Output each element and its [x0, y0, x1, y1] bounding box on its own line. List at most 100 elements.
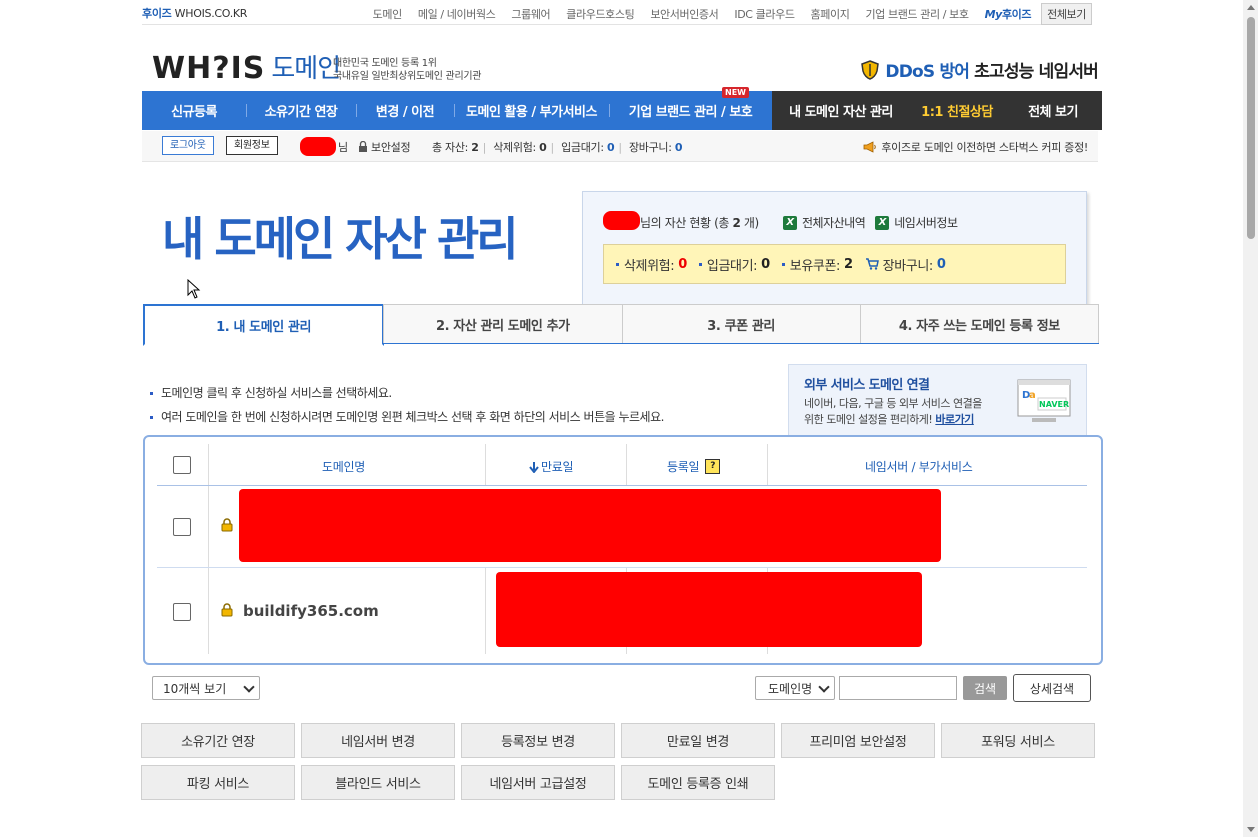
total-assets-label: 총 자산:: [432, 141, 469, 154]
domain-table: 도메인명 만료일 등록일 ? 네임서버 / 부가서비스 buildify365.…: [143, 435, 1103, 665]
search-input[interactable]: [839, 676, 957, 700]
chevron-down-icon: [818, 681, 830, 693]
ddos-banner[interactable]: DDoS 방어 초고성능 네임서버: [861, 57, 1099, 82]
expiry-change-button[interactable]: 만료일 변경: [621, 723, 775, 758]
row-checkbox[interactable]: [173, 603, 191, 621]
renewal-button[interactable]: 소유기간 연장: [141, 723, 295, 758]
member-info-button[interactable]: 회원정보: [226, 136, 278, 155]
stat-cart[interactable]: 장바구니: 0: [865, 255, 946, 274]
col-domain[interactable]: 도메인명: [322, 458, 365, 475]
excel-icon: X: [783, 215, 797, 230]
blind-service-button[interactable]: 블라인드 서비스: [301, 765, 455, 800]
top-links: 도메인 메일 / 네이버웍스 그룹웨어 클라우드호스팅 보안서버인증서 IDC …: [365, 3, 1092, 25]
transfer-promo[interactable]: 후이즈로 도메인 이전하면 스타벅스 커피 증정!: [863, 139, 1088, 155]
scroll-down-arrow-icon[interactable]: [1247, 827, 1255, 832]
asset-stats: 삭제위험: 0 입금대기: 0 보유쿠폰: 2 장바구니: 0: [603, 244, 1066, 284]
stat-delete-risk[interactable]: 삭제위험: 0: [616, 255, 687, 274]
print-certificate-button[interactable]: 도메인 등록증 인쇄: [621, 765, 775, 800]
nav-item-my-assets[interactable]: 내 도메인 자산 관리: [772, 91, 910, 130]
select-all-checkbox[interactable]: [173, 456, 191, 474]
security-settings-link[interactable]: 보안설정: [358, 139, 411, 155]
col-expiry-label: 만료일: [541, 460, 574, 474]
export-all-link[interactable]: X 전체자산내역: [783, 214, 866, 231]
external-title: 외부 서비스 도메인 연결: [804, 378, 930, 393]
top-link-idc[interactable]: IDC 클라우드: [726, 6, 802, 22]
delete-risk-value: 0: [539, 141, 547, 154]
top-link-homepage[interactable]: 홈페이지: [803, 6, 858, 22]
logo-domain: 도메인: [271, 54, 341, 84]
security-label: 보안설정: [371, 141, 411, 154]
registration-info-change-button[interactable]: 등록정보 변경: [461, 723, 615, 758]
nameserver-advanced-button[interactable]: 네임서버 고급설정: [461, 765, 615, 800]
search-field-select[interactable]: 도메인명: [755, 676, 835, 700]
nav-item-renewal[interactable]: 소유기간 연장: [246, 91, 356, 130]
logo-sub-line1: 대한민국 도메인 등록 1위: [333, 58, 437, 69]
nav-primary: 신규등록 소유기간 연장 변경 / 이전 도메인 활용 / 부가서비스 기업 브…: [142, 91, 772, 130]
pending-label: 입금대기:: [561, 141, 604, 154]
total-assets-value: 2: [471, 141, 479, 154]
col-nameserver[interactable]: 네임서버 / 부가서비스: [865, 458, 973, 475]
external-desc-line2: 위한 도메인 설정을 편리하게!: [804, 413, 933, 426]
advanced-search-button[interactable]: 상세검색: [1013, 674, 1091, 702]
row-checkbox[interactable]: [173, 518, 191, 536]
top-link-groupware[interactable]: 그룹웨어: [503, 6, 558, 22]
stat-label: 장바구니:: [882, 258, 934, 274]
forwarding-service-button[interactable]: 포워딩 서비스: [941, 723, 1095, 758]
stat-coupons[interactable]: 보유쿠폰: 2: [782, 255, 853, 274]
tab-my-domains[interactable]: 1. 내 도메인 관리: [143, 304, 385, 346]
nav-item-view-all[interactable]: 전체 보기: [1004, 91, 1102, 130]
pending-value: 0: [606, 141, 615, 154]
view-all-button[interactable]: 전체보기: [1041, 3, 1092, 25]
scrollbar-thumb[interactable]: [1247, 17, 1255, 239]
nav-item-support[interactable]: 1:1 친절상담: [910, 91, 1004, 130]
external-description: 네이버, 다음, 구글 등 외부 서비스 연결을 위한 도메인 설정을 편리하게…: [804, 396, 982, 428]
domain-name-link[interactable]: buildify365.com: [243, 602, 379, 620]
col-registered[interactable]: 등록일 ?: [667, 458, 721, 475]
go-link[interactable]: 바로가기: [935, 413, 974, 426]
lock-icon: [359, 141, 367, 152]
tab-registrant-info[interactable]: 4. 자주 쓰는 도메인 등록 정보: [859, 304, 1099, 343]
scroll-up-arrow-icon[interactable]: [1247, 5, 1255, 10]
col-registered-label: 등록일: [667, 460, 700, 474]
external-service-banner[interactable]: 외부 서비스 도메인 연결 네이버, 다음, 구글 등 외부 서비스 연결을 위…: [788, 364, 1087, 436]
nav-secondary: 내 도메인 자산 관리 1:1 친절상담 전체 보기: [772, 91, 1102, 130]
top-link-cloud-hosting[interactable]: 클라우드호스팅: [558, 6, 642, 22]
tab-add-domain[interactable]: 2. 자산 관리 도메인 추가: [383, 304, 623, 343]
help-icon[interactable]: ?: [705, 459, 721, 474]
my-whois-link[interactable]: My후이즈: [977, 6, 1040, 22]
my-label-b: 후이즈: [1001, 8, 1032, 21]
ns-info-link[interactable]: X 네임서버정보: [875, 214, 958, 231]
nav-item-new-registration[interactable]: 신규등록: [142, 91, 246, 130]
search-button[interactable]: 검색: [963, 676, 1007, 700]
col-expiry[interactable]: 만료일: [529, 458, 574, 475]
stat-pending[interactable]: 입금대기: 0: [699, 255, 770, 274]
external-desc-line1: 네이버, 다음, 구글 등 외부 서비스 연결을: [804, 397, 982, 410]
nav-item-transfer[interactable]: 변경 / 이전: [356, 91, 454, 130]
tab-bar: 1. 내 도메인 관리 2. 자산 관리 도메인 추가 3. 쿠폰 관리 4. …: [143, 304, 1099, 346]
top-link-brand[interactable]: 기업 브랜드 관리 / 보호: [857, 6, 976, 22]
premium-security-button[interactable]: 프리미엄 보안설정: [781, 723, 935, 758]
instruction-item: 도메인명 클릭 후 신청하실 서비스를 선택하세요.: [150, 381, 664, 405]
top-link-mail[interactable]: 메일 / 네이버웍스: [410, 6, 504, 22]
redacted-row-content: [239, 489, 941, 562]
stat-label: 보유쿠폰:: [789, 258, 841, 274]
lock-icon: [221, 518, 233, 532]
stat-value: 2: [844, 256, 853, 272]
nameserver-change-button[interactable]: 네임서버 변경: [301, 723, 455, 758]
logout-button[interactable]: 로그아웃: [162, 136, 214, 155]
per-page-select[interactable]: 10개씩 보기: [152, 676, 260, 700]
table-row[interactable]: buildify365.com: [157, 568, 1087, 654]
brand-kr: 후이즈: [142, 7, 172, 20]
parking-service-button[interactable]: 파킹 서비스: [141, 765, 295, 800]
whois-logo[interactable]: WH?IS 도메인: [152, 44, 341, 86]
site-brand-link[interactable]: 후이즈 WHOIS.CO.KR: [142, 5, 247, 21]
stat-value: 0: [761, 256, 770, 272]
top-link-domain[interactable]: 도메인: [365, 6, 410, 22]
table-row[interactable]: [157, 486, 1087, 568]
top-link-ssl[interactable]: 보안서버인증서: [642, 6, 726, 22]
logo-whois: WH?IS: [152, 51, 266, 86]
redacted-username: [300, 137, 336, 156]
scrollbar[interactable]: [1243, 0, 1258, 837]
tab-coupons[interactable]: 3. 쿠폰 관리: [621, 304, 861, 343]
nav-item-addon-services[interactable]: 도메인 활용 / 부가서비스: [454, 91, 609, 130]
